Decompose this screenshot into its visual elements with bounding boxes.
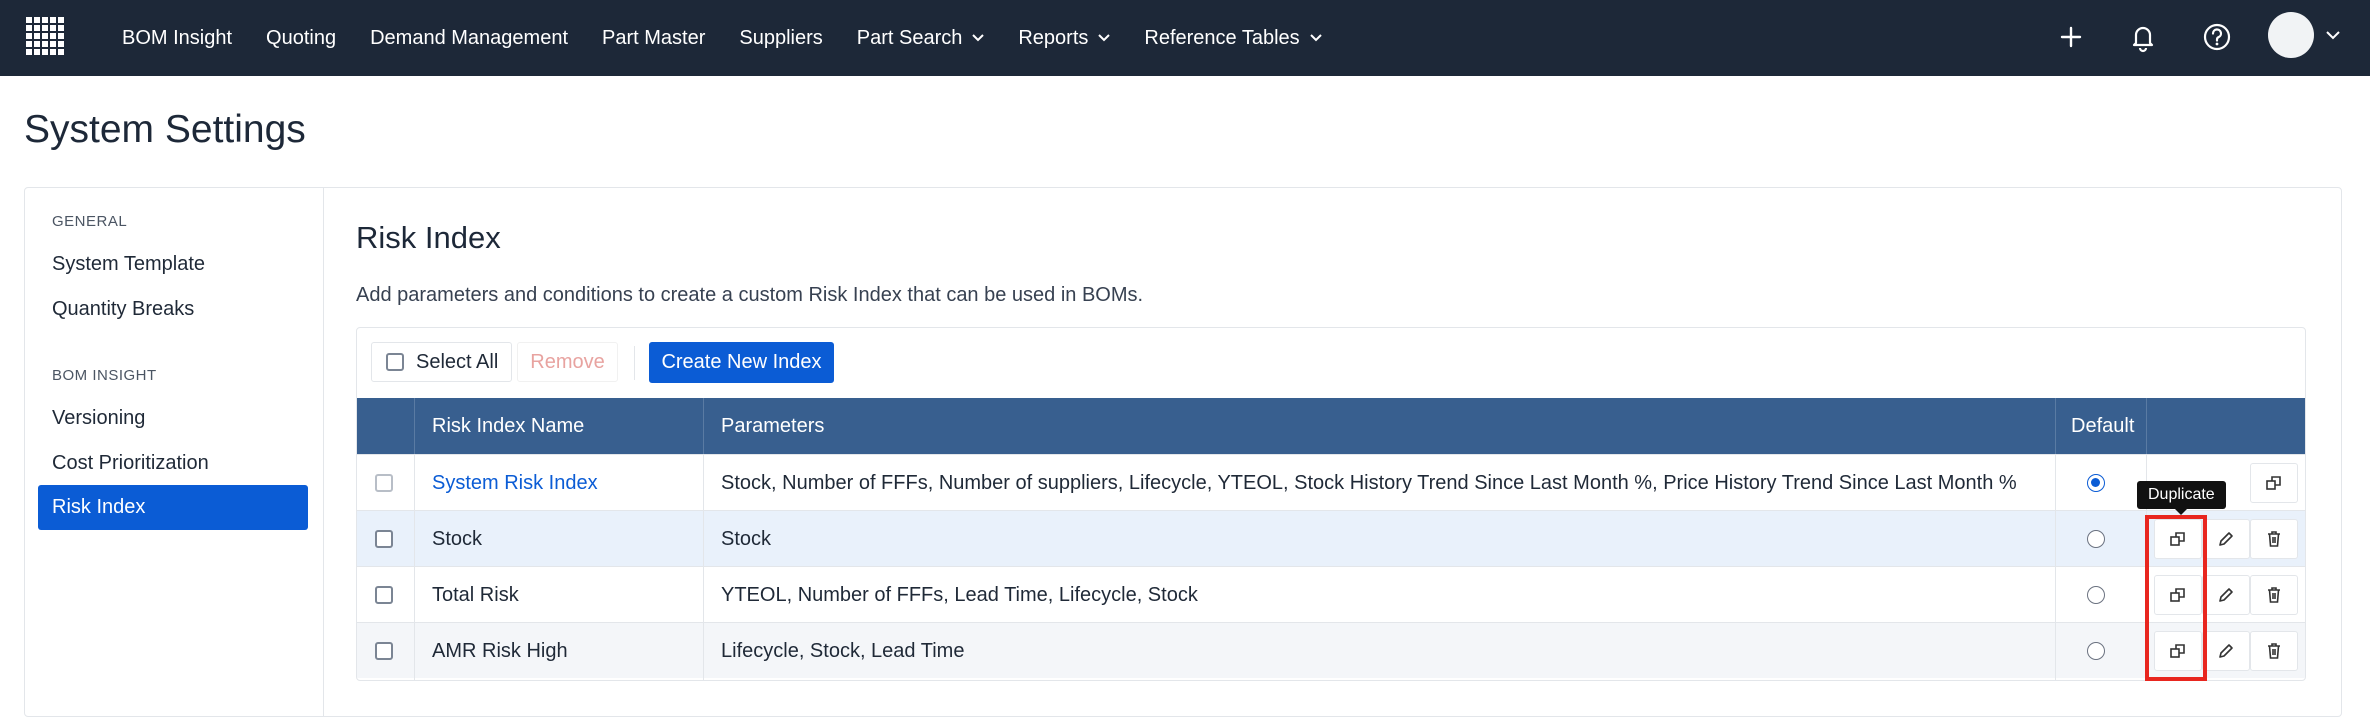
nav-suppliers[interactable]: Suppliers (739, 27, 822, 50)
remove-button[interactable]: Remove (517, 342, 618, 382)
header-risk-index-name[interactable]: Risk Index Name (432, 398, 584, 454)
nav-label: Reports (1018, 26, 1089, 49)
edit-button[interactable] (2202, 631, 2250, 671)
edit-button[interactable] (2202, 519, 2250, 559)
chevron-down-icon[interactable] (2326, 31, 2340, 40)
sidebar-item-quantity-breaks[interactable]: Quantity Breaks (52, 298, 194, 321)
top-nav: BOM Insight Quoting Demand Management Pa… (0, 0, 2370, 76)
plus-icon[interactable] (2054, 20, 2088, 54)
header-divider (414, 398, 415, 454)
default-radio-selected[interactable] (2087, 474, 2105, 492)
select-all-button[interactable]: Select All (371, 342, 512, 382)
avatar[interactable] (2268, 12, 2314, 58)
nav-part-search[interactable]: Part Search (857, 27, 985, 50)
duplicate-tooltip: Duplicate (2137, 481, 2226, 515)
header-default[interactable]: Default (2071, 398, 2134, 454)
delete-button[interactable] (2250, 575, 2298, 615)
table-header: Risk Index Name Parameters Default (357, 398, 2305, 454)
settings-sidebar: GENERAL System Template Quantity Breaks … (24, 187, 324, 717)
section-description: Add parameters and conditions to create … (356, 284, 1144, 306)
sidebar-item-risk-index[interactable]: Risk Index (38, 485, 308, 530)
sidebar-item-system-template[interactable]: System Template (52, 253, 205, 276)
risk-index-name: AMR Risk High (432, 640, 568, 662)
table-row[interactable]: AMR Risk High Lifecycle, Stock, Lead Tim… (357, 622, 2305, 678)
parameters-cell: Stock, Number of FFFs, Number of supplie… (721, 472, 2017, 494)
default-radio[interactable] (2087, 530, 2105, 548)
column-divider (2055, 454, 2056, 680)
header-divider (2055, 398, 2056, 454)
toolbar-divider (634, 346, 635, 380)
parameters-cell: Lifecycle, Stock, Lead Time (721, 640, 965, 662)
duplicate-button[interactable] (2250, 463, 2298, 503)
nav-label: BOM Insight (122, 26, 233, 49)
nav-quoting[interactable]: Quoting (266, 27, 336, 50)
risk-index-name-link[interactable]: System Risk Index (432, 455, 598, 511)
table-toolbar: Select All Remove Create New Index (357, 328, 2305, 398)
risk-index-name: Stock (432, 528, 483, 550)
nav-bom-insight[interactable]: BOM Insight (122, 27, 232, 50)
trash-icon (2268, 587, 2280, 603)
duplicate-icon (2266, 476, 2281, 490)
duplicate-column-highlight (2145, 515, 2207, 681)
nav-label: Part Master (602, 26, 706, 49)
nav-label: Demand Management (370, 26, 568, 49)
help-icon[interactable] (2200, 20, 2234, 54)
nav-reports[interactable]: Reports (1018, 26, 1111, 50)
delete-button[interactable] (2250, 631, 2298, 671)
nav-label: Quoting (266, 26, 337, 49)
table-row[interactable]: System Risk Index Stock, Number of FFFs,… (357, 454, 2305, 510)
header-divider (2146, 398, 2147, 454)
chevron-down-icon (1098, 34, 1111, 42)
table-row[interactable]: Stock Stock (357, 510, 2305, 566)
section-title: Risk Index (356, 220, 501, 255)
edit-button[interactable] (2202, 575, 2250, 615)
row-checkbox[interactable] (375, 474, 393, 492)
create-new-index-button[interactable]: Create New Index (649, 342, 834, 383)
column-divider (703, 454, 704, 680)
nav-menu: BOM Insight Quoting Demand Management Pa… (122, 0, 1356, 76)
select-all-label: Select All (416, 350, 499, 373)
nav-reference-tables[interactable]: Reference Tables (1144, 26, 1322, 50)
nav-part-master[interactable]: Part Master (602, 27, 705, 50)
default-radio[interactable] (2087, 642, 2105, 660)
pencil-icon (2219, 588, 2233, 602)
row-checkbox[interactable] (375, 642, 393, 660)
app-grid-logo-icon[interactable] (24, 15, 68, 59)
delete-button[interactable] (2250, 519, 2298, 559)
pencil-icon (2219, 644, 2233, 658)
nav-label: Part Search (856, 26, 963, 49)
parameters-cell: Stock (721, 528, 772, 550)
risk-index-table: Select All Remove Create New Index Risk … (356, 327, 2306, 681)
page-title: System Settings (24, 108, 306, 151)
sidebar-heading-general: GENERAL (52, 213, 128, 230)
nav-demand-management[interactable]: Demand Management (370, 27, 568, 50)
sidebar-heading-bom-insight: BOM INSIGHT (52, 367, 157, 384)
sidebar-item-versioning[interactable]: Versioning (52, 407, 145, 430)
default-radio[interactable] (2087, 586, 2105, 604)
nav-label: Suppliers (739, 26, 823, 49)
header-divider (703, 398, 704, 454)
nav-label: Reference Tables (1144, 26, 1300, 49)
table-row[interactable]: Total Risk YTEOL, Number of FFFs, Lead T… (357, 566, 2305, 622)
chevron-down-icon (1309, 34, 1322, 42)
trash-icon (2268, 531, 2280, 547)
bell-icon[interactable] (2126, 20, 2160, 54)
header-parameters[interactable]: Parameters (721, 398, 824, 454)
trash-icon (2268, 643, 2280, 659)
row-checkbox[interactable] (375, 586, 393, 604)
chevron-down-icon (972, 34, 985, 42)
risk-index-name: Total Risk (432, 584, 519, 606)
column-divider (414, 454, 415, 680)
parameters-cell: YTEOL, Number of FFFs, Lead Time, Lifecy… (721, 584, 1198, 606)
row-checkbox[interactable] (375, 530, 393, 548)
select-all-checkbox[interactable] (386, 353, 404, 371)
sidebar-item-cost-prioritization[interactable]: Cost Prioritization (52, 452, 209, 475)
pencil-icon (2219, 532, 2233, 546)
